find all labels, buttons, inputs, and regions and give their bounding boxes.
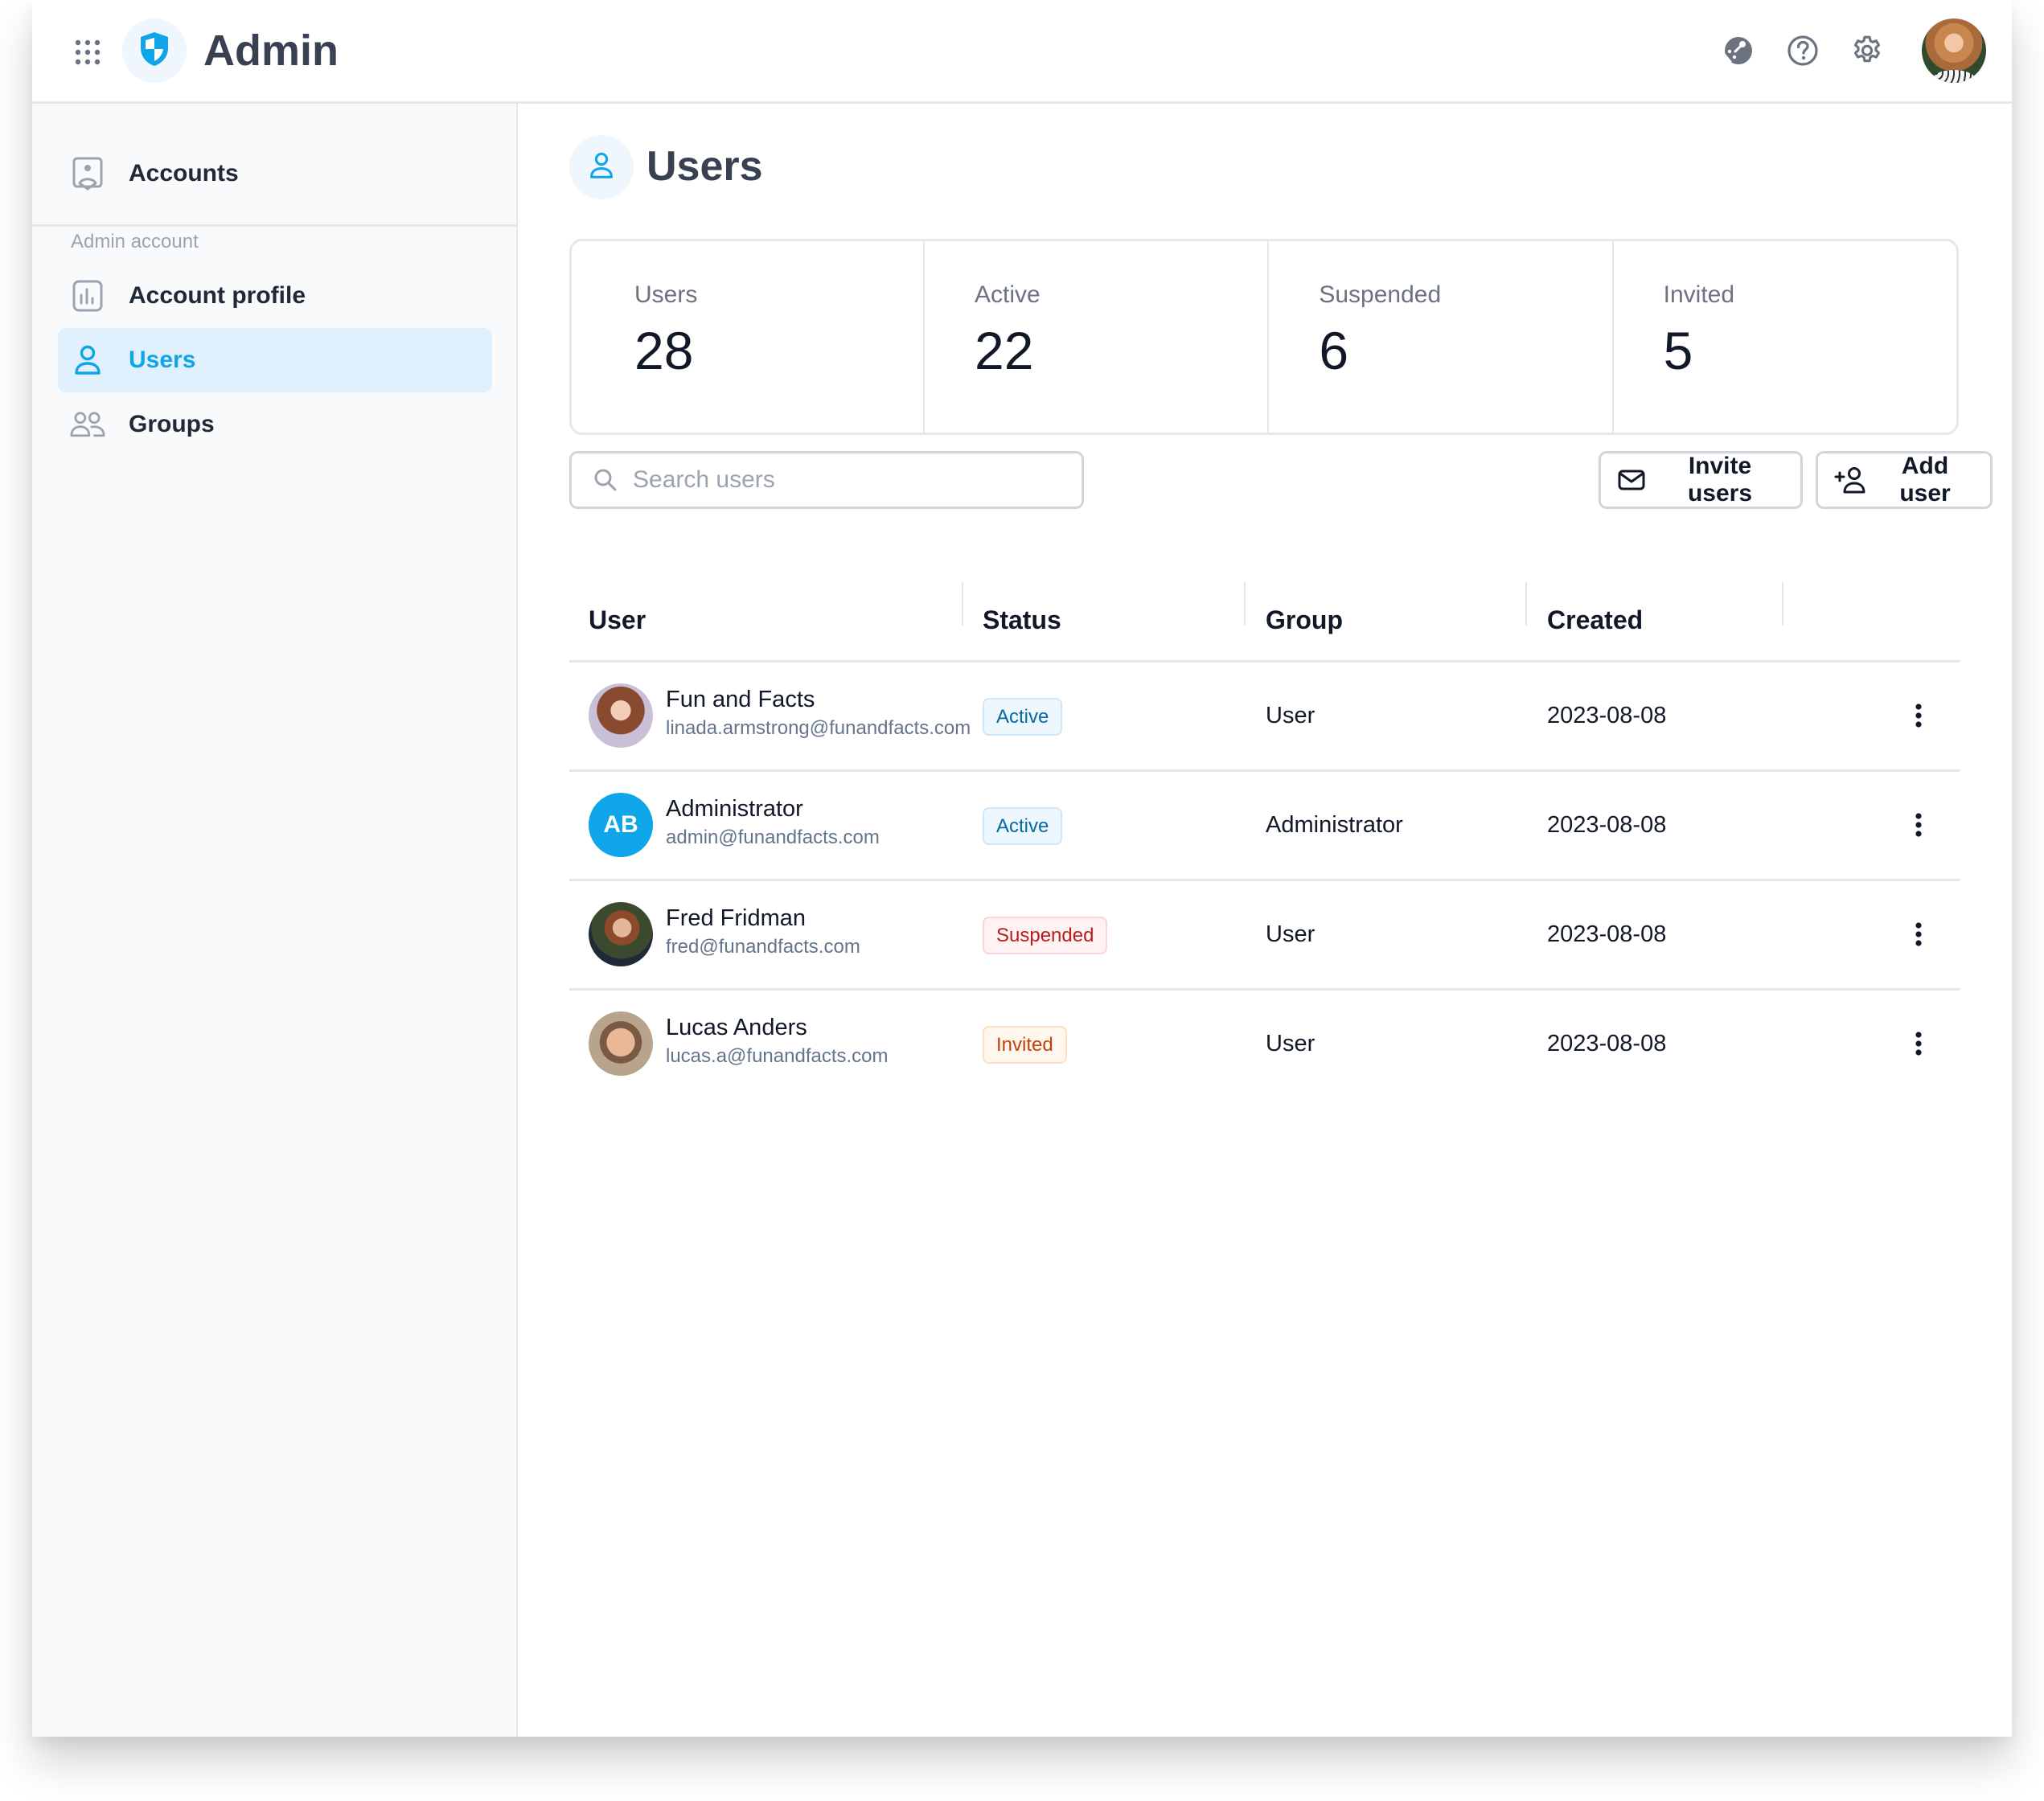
add-user-button[interactable]: Add user xyxy=(1816,451,1993,509)
users-table: User Status Group Created Fun and Facts … xyxy=(569,580,1960,1097)
top-bar: Admin xyxy=(32,0,2012,104)
row-menu-icon[interactable] xyxy=(1902,918,1935,950)
status-badge: Suspended xyxy=(983,917,1108,954)
user-avatar[interactable] xyxy=(1922,18,1986,83)
groups-icon xyxy=(70,407,105,442)
stat-label: Users xyxy=(634,281,698,308)
table-row[interactable]: Fun and Facts linada.armstrong@funandfac… xyxy=(569,663,1960,772)
stat-value: 5 xyxy=(1663,321,1693,380)
help-icon[interactable] xyxy=(1785,33,1820,68)
accounts-icon xyxy=(70,156,105,191)
status-badge: Invited xyxy=(983,1026,1067,1064)
shield-logo-icon xyxy=(138,31,170,72)
settings-icon[interactable] xyxy=(1849,33,1885,68)
main-content: Users Users 28 Active 22 Suspended 6 Inv… xyxy=(518,104,2012,1737)
add-user-label: Add user xyxy=(1899,453,1951,507)
created-cell: 2023-08-08 xyxy=(1547,812,1667,838)
chart-icon xyxy=(70,278,105,314)
invite-users-button[interactable]: Invite users xyxy=(1599,451,1803,509)
stat-users: Users 28 xyxy=(572,241,925,433)
whats-new-icon[interactable] xyxy=(1721,33,1756,68)
sidebar-section-label: Admin account xyxy=(71,231,199,252)
user-avatar: AB xyxy=(589,793,653,857)
column-divider xyxy=(962,582,963,626)
created-cell: 2023-08-08 xyxy=(1547,703,1667,728)
group-cell: User xyxy=(1266,703,1315,728)
column-divider xyxy=(1244,582,1246,626)
table-row[interactable]: AB Administrator admin@funandfacts.com A… xyxy=(569,772,1960,881)
stat-value: 6 xyxy=(1319,321,1349,380)
row-menu-icon[interactable] xyxy=(1902,1028,1935,1060)
table-row[interactable]: Lucas Anders lucas.a@funandfacts.com Inv… xyxy=(569,991,1960,1097)
group-cell: User xyxy=(1266,1031,1315,1056)
sidebar-item-label: Groups xyxy=(129,411,215,437)
stat-invited: Invited 5 xyxy=(1614,241,1956,433)
stat-label: Active xyxy=(975,281,1040,308)
user-name: Administrator xyxy=(666,796,803,822)
mail-icon xyxy=(1617,466,1646,494)
created-cell: 2023-08-08 xyxy=(1547,921,1667,947)
status-badge: Active xyxy=(983,698,1063,736)
user-icon xyxy=(70,343,105,378)
user-name: Lucas Anders xyxy=(666,1015,807,1040)
app-title: Admin xyxy=(203,27,339,75)
page-title: Users xyxy=(646,143,763,190)
sidebar-item-groups[interactable]: Groups xyxy=(58,392,492,457)
apps-grid-icon[interactable] xyxy=(74,39,101,66)
sidebar-item-label: Users xyxy=(129,347,196,373)
row-menu-icon[interactable] xyxy=(1902,699,1935,732)
column-header-group[interactable]: Group xyxy=(1266,580,1343,660)
column-divider xyxy=(1525,582,1527,626)
user-icon xyxy=(589,150,614,185)
app-logo xyxy=(122,18,187,83)
group-cell: User xyxy=(1266,921,1315,947)
stats-panel: Users 28 Active 22 Suspended 6 Invited 5 xyxy=(569,239,1959,435)
sidebar-item-label: Accounts xyxy=(129,160,239,187)
search-icon xyxy=(593,467,618,493)
sidebar-item-accounts[interactable]: Accounts xyxy=(58,142,492,206)
user-email: admin@funandfacts.com xyxy=(666,827,880,848)
search-input[interactable] xyxy=(631,466,1053,494)
column-divider xyxy=(1782,582,1783,626)
column-header-user[interactable]: User xyxy=(589,580,646,660)
user-avatar xyxy=(589,683,653,748)
user-email: fred@funandfacts.com xyxy=(666,936,860,958)
stat-label: Invited xyxy=(1663,281,1735,308)
user-email: linada.armstrong@funandfacts.com xyxy=(666,717,971,739)
sidebar-item-users[interactable]: Users xyxy=(58,328,492,392)
app-window: Admin Accounts Admin account Account pro… xyxy=(32,0,2012,1737)
user-email: lucas.a@funandfacts.com xyxy=(666,1045,889,1067)
stat-label: Suspended xyxy=(1319,281,1442,308)
search-box[interactable] xyxy=(569,451,1084,509)
row-menu-icon[interactable] xyxy=(1902,809,1935,841)
user-avatar xyxy=(589,902,653,966)
created-cell: 2023-08-08 xyxy=(1547,1031,1667,1056)
table-header: User Status Group Created xyxy=(569,580,1960,663)
sidebar-item-account-profile[interactable]: Account profile xyxy=(58,264,492,328)
add-user-icon xyxy=(1834,466,1866,494)
stat-value: 22 xyxy=(975,321,1034,380)
invite-users-label: Invite users xyxy=(1687,453,1753,507)
table-row[interactable]: Fred Fridman fred@funandfacts.com Suspen… xyxy=(569,881,1960,991)
stat-value: 28 xyxy=(634,321,694,380)
column-header-status[interactable]: Status xyxy=(983,580,1061,660)
stat-active: Active 22 xyxy=(925,241,1270,433)
user-name: Fred Fridman xyxy=(666,905,807,931)
sidebar-item-label: Account profile xyxy=(129,282,306,309)
user-name: Fun and Facts xyxy=(666,687,815,712)
column-header-created[interactable]: Created xyxy=(1547,580,1643,660)
page-icon xyxy=(569,135,634,199)
status-badge: Active xyxy=(983,807,1063,845)
sidebar-divider xyxy=(32,224,516,227)
group-cell: Administrator xyxy=(1266,812,1403,838)
sidebar: Accounts Admin account Account profile U… xyxy=(32,104,518,1737)
user-avatar xyxy=(589,1011,653,1076)
stat-suspended: Suspended 6 xyxy=(1269,241,1614,433)
